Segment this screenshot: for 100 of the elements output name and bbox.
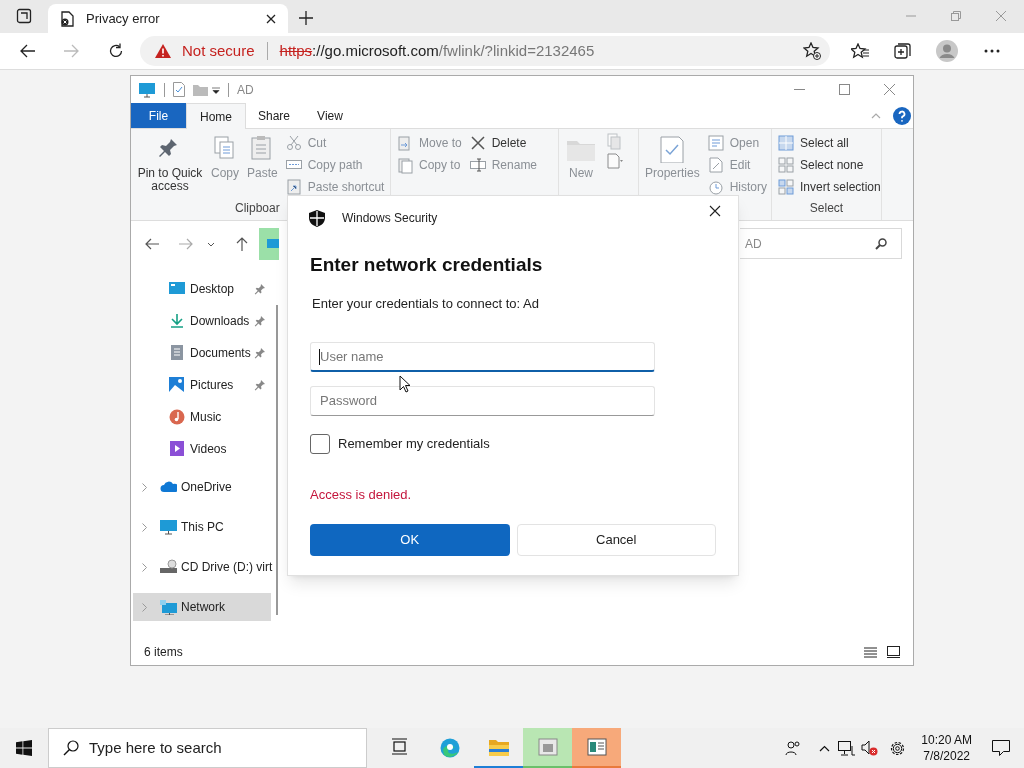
- copy-to-icon: [397, 156, 415, 174]
- nav-item[interactable]: Downloads: [133, 305, 271, 337]
- nav-item[interactable]: This PC: [133, 513, 271, 541]
- select-all-icon: [778, 134, 796, 152]
- dropdown-icon[interactable]: [212, 85, 220, 94]
- warning-icon: [155, 44, 171, 58]
- delete-icon: [469, 134, 488, 152]
- music-note-icon: [169, 409, 186, 425]
- ribbon-tab[interactable]: Share: [246, 103, 302, 128]
- properties-icon[interactable]: [173, 82, 185, 97]
- recent-locations-icon[interactable]: [207, 241, 215, 247]
- nav-item[interactable]: Pictures: [133, 369, 271, 401]
- network-icon[interactable]: [838, 740, 856, 756]
- network-folder-icon: [259, 228, 279, 260]
- ribbon-tab[interactable]: View: [302, 103, 358, 128]
- ribbon-button[interactable]: Delete: [469, 133, 538, 153]
- nav-item[interactable]: Documents: [133, 337, 271, 369]
- close-icon[interactable]: [709, 204, 721, 217]
- scrollbar-thumb[interactable]: [276, 305, 278, 615]
- ribbon-tab[interactable]: Home: [186, 103, 246, 129]
- details-view-icon[interactable]: [864, 646, 877, 658]
- app-window-icon: [537, 737, 558, 757]
- tab-actions-icon[interactable]: [16, 8, 32, 24]
- help-icon[interactable]: [893, 106, 911, 125]
- notifications-icon[interactable]: [992, 740, 1010, 756]
- up-icon[interactable]: [236, 237, 248, 251]
- chevron-icon[interactable]: [142, 522, 147, 532]
- error-message: Access is denied.: [310, 486, 413, 504]
- show-hidden-icons-icon[interactable]: [819, 744, 831, 752]
- checkbox[interactable]: [310, 434, 330, 454]
- ribbon-button[interactable]: Select all: [778, 133, 881, 153]
- invert-selection-icon: [778, 178, 796, 196]
- ok-button[interactable]: OK: [310, 523, 510, 556]
- nav-item[interactable]: Desktop: [133, 273, 271, 305]
- new-tab-icon[interactable]: [299, 11, 313, 25]
- url-text[interactable]: https://go.microsoft.com/fwlink/?linkid=2132465: [279, 39, 595, 63]
- settings-icon[interactable]: [889, 739, 907, 757]
- computer-icon: [138, 81, 156, 98]
- password-field[interactable]: Password: [310, 386, 655, 416]
- mouse-pointer-icon: [399, 375, 411, 393]
- properties-icon: [659, 135, 686, 163]
- search-icon: [63, 740, 79, 756]
- open-icon: [707, 134, 726, 152]
- browser-tab[interactable]: Privacy error: [48, 4, 288, 33]
- refresh-icon[interactable]: [108, 43, 124, 59]
- drive-icon: [160, 559, 177, 575]
- cancel-button[interactable]: Cancel: [516, 523, 716, 556]
- group-label: Clipboar: [235, 200, 280, 217]
- edge-browser-icon: [439, 738, 460, 758]
- nav-item[interactable]: Music: [133, 401, 271, 433]
- favorites-icon[interactable]: [851, 43, 869, 59]
- text-cursor: [319, 348, 320, 365]
- folder-icon: [488, 737, 509, 757]
- select-none-icon: [778, 156, 796, 174]
- ribbon-button[interactable]: Select none: [778, 155, 881, 175]
- dialog-heading: Enter network credentials: [310, 253, 544, 277]
- network-icon: [160, 599, 177, 615]
- window-title: AD: [237, 81, 254, 99]
- nav-item[interactable]: Videos: [133, 433, 271, 465]
- collections-icon[interactable]: [894, 42, 912, 60]
- maximize-icon[interactable]: [839, 84, 850, 95]
- username-field[interactable]: User name: [310, 342, 655, 372]
- nav-item[interactable]: Network: [133, 593, 271, 621]
- chevron-icon[interactable]: [142, 562, 147, 572]
- people-icon[interactable]: [785, 740, 802, 756]
- edit-icon: [707, 156, 726, 174]
- clock-date[interactable]: 7/8/2022: [923, 748, 970, 764]
- nav-item[interactable]: OneDrive: [133, 473, 271, 501]
- status-text: 6 items: [144, 644, 183, 661]
- windows-start-icon[interactable]: [16, 740, 32, 756]
- chevron-icon[interactable]: [142, 482, 147, 492]
- profile-avatar-icon[interactable]: [936, 40, 958, 62]
- address-bar[interactable]: Not secure https://go.microsoft.com/fwlink/?linkid=2132465: [140, 36, 830, 66]
- ribbon-button[interactable]: Pin to Quick access: [137, 133, 203, 193]
- search-icon: [875, 237, 887, 250]
- cloud-icon: [160, 479, 177, 495]
- close-icon[interactable]: [266, 13, 276, 24]
- search-field[interactable]: AD: [740, 228, 902, 259]
- ribbon-tab[interactable]: File: [131, 103, 186, 128]
- dialog-title: Windows Security: [342, 210, 438, 227]
- monitor-icon: [160, 519, 177, 535]
- volume-muted-icon[interactable]: [861, 740, 879, 756]
- tab-title: Privacy error: [86, 9, 161, 28]
- dialog-message: Enter your credentials to connect to: Ad: [311, 294, 540, 313]
- download-icon: [169, 313, 186, 329]
- group-label: Select: [809, 200, 844, 217]
- page-error-icon: [60, 10, 74, 27]
- shield-icon: [309, 209, 325, 227]
- security-warning[interactable]: Not secure: [182, 39, 255, 63]
- add-favorite-icon[interactable]: [803, 42, 821, 60]
- back-icon[interactable]: [20, 44, 36, 58]
- ribbon-button[interactable]: Invert selection: [778, 177, 881, 197]
- taskbar-search[interactable]: Type here to search: [48, 728, 367, 768]
- back-icon[interactable]: [145, 238, 159, 250]
- more-icon[interactable]: [984, 49, 1000, 53]
- nav-item[interactable]: CD Drive (D:) virt: [133, 553, 271, 581]
- scissors-icon: [285, 134, 304, 152]
- clock-time[interactable]: 10:20 AM: [921, 732, 972, 748]
- large-icons-view-icon[interactable]: [887, 646, 900, 658]
- taskbar-app[interactable]: [572, 728, 621, 768]
